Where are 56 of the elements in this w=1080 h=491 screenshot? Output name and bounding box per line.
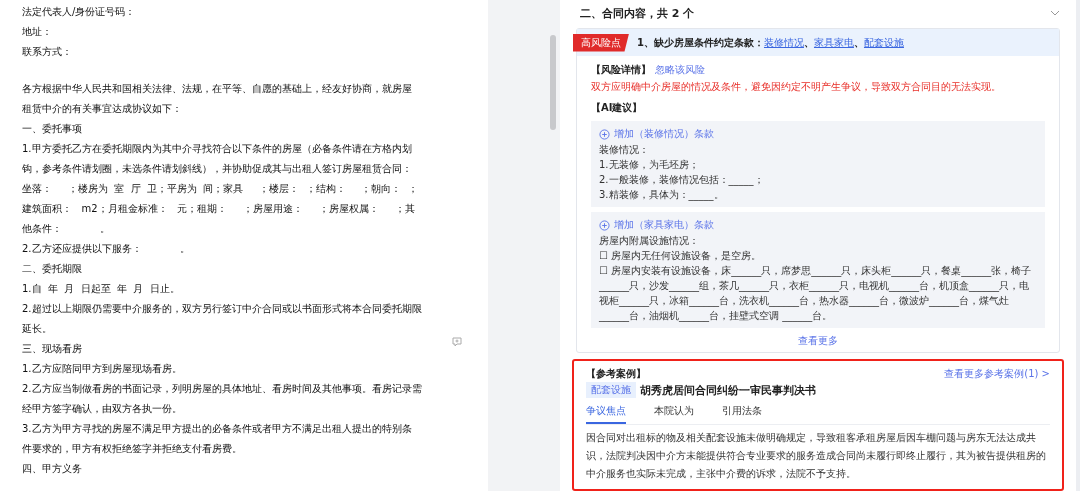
document-text-line: 1.乙方应陪同甲方到房屋现场看房。 <box>22 362 182 376</box>
document-text-line: 一、委托事项 <box>22 122 82 136</box>
case-tab[interactable]: 本院认为 <box>654 401 694 424</box>
case-tab[interactable]: 争议焦点 <box>586 401 626 424</box>
suggestion-text: 装修情况： <box>599 143 650 157</box>
scrollbar-thumb[interactable] <box>550 35 556 130</box>
document-text-line: 法定代表人/身份证号码： <box>22 5 136 19</box>
plus-icon <box>599 219 610 231</box>
document-text-line: 1.自 年 月 日起至 年 月 日止。 <box>22 282 180 296</box>
document-text-line: 他条件： 。 <box>22 222 111 236</box>
reference-label: 【参考案例】 <box>586 367 646 381</box>
document-text-line: 2.乙方应当制做看房的书面记录，列明房屋的具体地址、看房时间及其他事项。看房记录需 <box>22 382 422 396</box>
risk-tag: 高风险点 <box>573 33 629 52</box>
document-text-line: 各方根据中华人民共和国相关法律、法规，在平等、自愿的基础上，经友好协商，就房屋 <box>22 82 412 96</box>
suggestion-text: ☐ 房屋内安装有设施设备，床______只，席梦思______只，床头柜______只，餐桌______张，椅子______只，沙发______组，茶几______只，衣柜______只，电视机______台，机顶盒______只，电视柜______只，冰箱______台，洗衣机______台，热水器______台，微波炉______台，煤气灶______台，油烟机______台，挂壁式空调 ______台。 <box>599 264 1033 323</box>
document-text-line: 1.甲方委托乙方在委托期限内为其中介寻找符合以下条件的房屋（必备条件请在方格内划 <box>22 142 412 156</box>
suggestion-text: 3.精装修，具体为：_____。 <box>599 188 725 202</box>
case-summary: 因合同对出租标的物及相关配套设施未做明确规定，导致租客承租房屋后因车棚问题与房东无法达成共识，法院判决因中介方未能提供符合专业要求的服务造成合同尚未履行即终止履行，其为被告提供租房的中介服务也实际未完成，主张中介费的诉求，法院不予支持。 <box>586 431 1047 481</box>
section-title: 二、合同内容，共 2 个 <box>580 5 695 21</box>
plus-icon <box>599 128 610 140</box>
view-more-link[interactable]: 查看更多 <box>798 334 838 348</box>
document-text-line: 租赁中介的有关事宜达成协议如下： <box>22 102 182 116</box>
clause-link[interactable]: 配套设施 <box>863 36 904 48</box>
document-text-line: 钩，参考条件请划圈，未选条件请划斜线），并协助促成其与出租人签订房屋租赁合同： <box>22 162 412 176</box>
document-text-line: 四、甲方义务 <box>22 462 82 476</box>
risk-title: 1、缺少房屋条件约定条款：装修情况、家具家电、配套设施 <box>637 35 904 50</box>
ignore-risk-link[interactable]: 忽略该风险 <box>655 62 705 78</box>
document-text-line: 延长。 <box>22 322 52 336</box>
suggestion-text: ☐ 房屋内无任何设施设备，是空房。 <box>599 249 763 263</box>
case-title: 胡秀虎居间合同纠纷一审民事判决书 <box>640 382 816 398</box>
suggestion-text: 房屋内附属设施情况： <box>599 234 700 248</box>
document-text-line: 2.乙方还应提供以下服务： 。 <box>22 242 190 256</box>
more-cases-link[interactable]: 查看更多参考案例(1) > <box>944 367 1050 381</box>
add-clause-button[interactable]: 增加（家具家电）条款 <box>599 217 1037 233</box>
document-text-line: 联系方式： <box>22 45 72 59</box>
chevron-icon[interactable] <box>1050 10 1060 16</box>
document-text-line: 坐落： ；楼房为 室 厅 卫；平房为 间；家具 ；楼层： ；结构： ；朝向： ； <box>22 182 418 196</box>
suggestion-label: 【AI建议】 <box>591 101 644 115</box>
risk-description: 双方应明确中介房屋的情况及条件，避免因约定不明产生争议，导致双方合同目的无法实现。 <box>591 80 1002 94</box>
document-text-line: 件要求的，甲方有权拒绝签字并拒绝支付看房费。 <box>22 442 242 456</box>
case-tag: 配套设施 <box>586 382 636 398</box>
suggestion-text: 1.无装修，为毛坯房； <box>599 158 700 172</box>
clause-link[interactable]: 装修情况 <box>763 36 804 48</box>
document-text-line: 二、委托期限 <box>22 262 82 276</box>
document-text-line: 建筑面积： m2；月租金标准： 元；租期： ；房屋用途： ；房屋权属： ；其 <box>22 202 415 216</box>
document-text-line: 经甲方签字确认，由双方各执一份。 <box>22 402 182 416</box>
comment-icon[interactable] <box>452 337 462 347</box>
clause-link[interactable]: 家具家电 <box>813 36 854 48</box>
document-text-line: 三、现场看房 <box>22 342 82 356</box>
case-tab[interactable]: 引用法条 <box>722 401 762 424</box>
document-text-line: 地址： <box>22 25 52 39</box>
add-clause-button[interactable]: 增加（装修情况）条款 <box>599 126 1037 142</box>
document-text-line: 3.乙方为甲方寻找的房屋不满足甲方提出的必备条件或者甲方不满足出租人提出的特别条 <box>22 422 412 436</box>
detail-label: 【风险详情】 <box>591 63 651 77</box>
document-text-line: 2.超过以上期限仍需要中介服务的，双方另行签订中介合同或以书面形式将本合同委托期限 <box>22 302 422 316</box>
suggestion-text: 2.一般装修，装修情况包括：_____； <box>599 173 765 187</box>
